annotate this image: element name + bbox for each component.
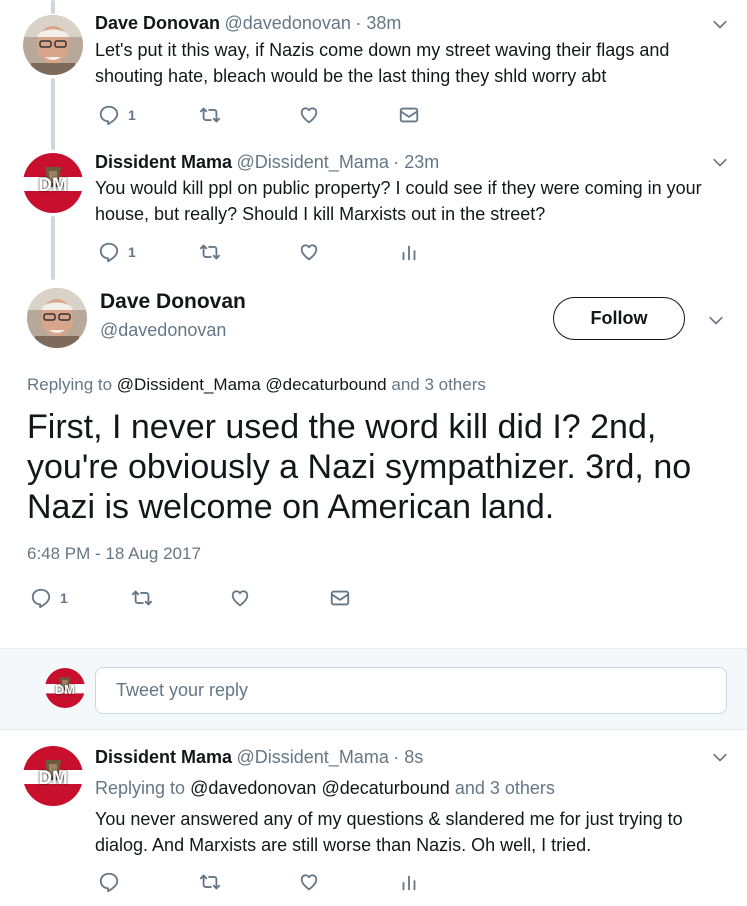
reply-count: 1 [128, 244, 136, 260]
like-button[interactable] [298, 104, 320, 126]
avatar-image [27, 288, 87, 348]
author-handle[interactable]: @davedonovan [100, 320, 226, 341]
avatar-text: DM [54, 682, 76, 697]
like-button[interactable] [298, 871, 320, 893]
tweet-text: You never answered any of my questions &… [95, 806, 683, 858]
tweet-text: You would kill ppl on public property? I… [95, 175, 702, 227]
avatar-text: DM [38, 175, 68, 196]
tweet-time[interactable]: · 8s [393, 747, 423, 767]
replying-to-others[interactable]: and 3 others [455, 778, 555, 798]
like-button[interactable] [298, 241, 320, 263]
replying-to-prefix: Replying to [27, 375, 113, 394]
replying-to-prefix: Replying to [95, 778, 186, 798]
reply-icon [98, 104, 120, 126]
retweet-button[interactable] [130, 587, 154, 609]
analytics-button[interactable] [398, 871, 420, 893]
thread-line [51, 216, 55, 280]
reply-button[interactable]: 1 [98, 104, 136, 126]
analytics-icon [398, 871, 420, 893]
replying-to-users[interactable]: @davedonovan @decaturbound [190, 778, 450, 798]
author-name[interactable]: Dave Donovan [95, 13, 220, 33]
like-icon [298, 104, 320, 126]
replying-to-users[interactable]: @Dissident_Mama @decaturbound [117, 375, 387, 394]
chevron-down-icon[interactable] [710, 153, 730, 173]
avatar-image [23, 15, 83, 75]
reply-button[interactable] [98, 871, 120, 893]
tweet-text-line: You never answered any of my questions &… [95, 809, 683, 829]
dm-icon [329, 587, 351, 609]
analytics-button[interactable] [398, 241, 420, 263]
reply-button[interactable]: 1 [98, 241, 136, 263]
like-icon [298, 241, 320, 263]
author-name[interactable]: Dissident Mama [95, 152, 232, 172]
retweet-icon [198, 104, 222, 126]
focus-tweet-text-line: you're obviously a Nazi sympathizer. 3rd… [27, 448, 692, 486]
follow-button-label: Follow [590, 308, 648, 328]
retweet-icon [198, 241, 222, 263]
retweet-button[interactable] [198, 241, 222, 263]
reply-count: 1 [60, 590, 68, 606]
retweet-icon [130, 587, 154, 609]
focus-tweet-text: First, I never used the word kill did I?… [27, 407, 691, 527]
tweet-text-line: dialog. And Marxists are still worse tha… [95, 835, 592, 855]
dm-button[interactable] [398, 104, 420, 126]
reply-input-placeholder: Tweet your reply [116, 680, 249, 700]
author-name[interactable]: Dave Donovan [100, 290, 246, 314]
avatar[interactable] [27, 288, 87, 348]
focus-tweet-text-line: Nazi is welcome on American land. [27, 488, 555, 526]
like-icon [298, 871, 320, 893]
avatar[interactable]: DM [23, 153, 83, 213]
reply-icon [98, 871, 120, 893]
dm-button[interactable] [329, 587, 351, 609]
tweet-text-line: You would kill ppl on public property? I… [95, 178, 702, 198]
replying-to: Replying to @davedonovan @decaturbound a… [95, 778, 555, 799]
like-icon [229, 587, 251, 609]
tweet-text-line: shouting hate, bleach would be the last … [95, 66, 607, 86]
tweet-time[interactable]: · 23m [393, 152, 439, 172]
reply-button[interactable]: 1 [30, 587, 68, 609]
reply-input[interactable]: Tweet your reply [95, 667, 727, 714]
reply-icon [30, 587, 52, 609]
author-handle[interactable]: @Dissident_Mama [237, 747, 389, 767]
author-handle[interactable]: @davedonovan [225, 13, 351, 33]
retweet-button[interactable] [198, 871, 222, 893]
retweet-icon [198, 871, 222, 893]
avatar-text: DM [38, 768, 68, 789]
tweet-text-line: house, but really? Should I kill Marxist… [95, 204, 546, 224]
tweet-time[interactable]: · 38m [355, 13, 401, 33]
replying-to-others[interactable]: and 3 others [391, 375, 486, 394]
my-avatar: DM [45, 668, 85, 708]
reply-count: 1 [128, 107, 136, 123]
chevron-down-icon[interactable] [710, 15, 730, 35]
thread-line [51, 0, 55, 14]
author-name[interactable]: Dissident Mama [95, 747, 232, 767]
chevron-down-icon[interactable] [710, 748, 730, 768]
like-button[interactable] [229, 587, 251, 609]
tweet-text: Let's put it this way, if Nazis come dow… [95, 37, 669, 89]
tweet-timestamp[interactable]: 6:48 PM - 18 Aug 2017 [27, 544, 201, 564]
dm-icon [398, 104, 420, 126]
author-handle[interactable]: @Dissident_Mama [237, 152, 389, 172]
replying-to: Replying to @Dissident_Mama @decaturboun… [27, 375, 486, 395]
retweet-button[interactable] [198, 104, 222, 126]
thread-line [51, 78, 55, 150]
chevron-down-icon[interactable] [706, 311, 726, 331]
avatar[interactable]: DM [23, 746, 83, 806]
reply-icon [98, 241, 120, 263]
avatar[interactable] [23, 15, 83, 75]
tweet-text-line: Let's put it this way, if Nazis come dow… [95, 40, 670, 60]
follow-button[interactable]: Follow [553, 297, 685, 340]
analytics-icon [398, 241, 420, 263]
focus-tweet-text-line: First, I never used the word kill did I?… [27, 408, 657, 446]
reply-composer: DM Tweet your reply [0, 648, 747, 730]
